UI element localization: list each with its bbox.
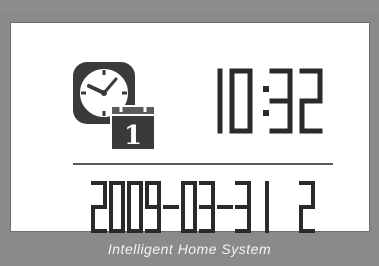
date-digit-0 — [91, 181, 107, 233]
footer-bar: Intelligent Home System — [0, 236, 379, 266]
time-digit-4 — [299, 68, 323, 134]
time-digit-1 — [229, 68, 253, 134]
date-digit-3 — [145, 181, 161, 233]
clock-calendar-icon: 1 — [71, 58, 161, 153]
date-digit-2 — [127, 181, 143, 233]
top-bar — [0, 0, 379, 10]
display-screen: 1 — [10, 22, 370, 233]
date-digit-5 — [181, 181, 197, 233]
date-digit-1 — [109, 181, 125, 233]
weekday-digit — [299, 181, 315, 233]
date-digit-6 — [199, 181, 215, 233]
date-digit-8 — [235, 181, 251, 233]
divider — [73, 163, 333, 165]
calendar-day-number: 1 — [124, 121, 142, 151]
time-colon — [263, 86, 269, 116]
time-display — [217, 68, 323, 134]
footer-title: Intelligent Home System — [107, 241, 272, 257]
time-digit-3 — [269, 68, 293, 134]
